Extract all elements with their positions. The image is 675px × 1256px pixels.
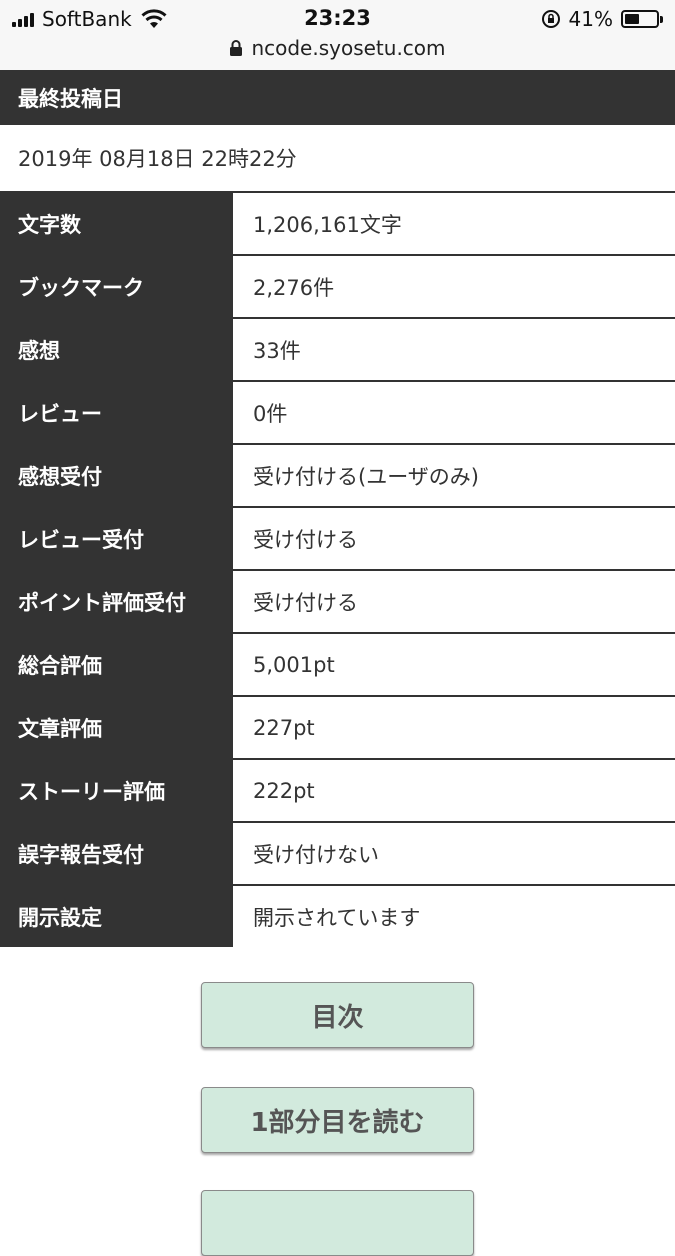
info-row-writing-rating: 文章評価 227pt [0,695,675,758]
last-post-date: 2019年 08月18日 22時22分 [0,125,675,191]
battery-percent: 41% [568,7,613,31]
info-row-disclosure-setting: 開示設定 開示されています [0,884,675,947]
info-label: ブックマーク [0,256,233,317]
info-label: 開示設定 [0,886,233,947]
info-value: 5,001pt [253,652,335,677]
info-value: 受け付ける [253,527,358,552]
right-status-group: 41% [541,6,663,32]
info-label: 感想受付 [0,445,233,506]
address-bar[interactable]: ncode.syosetu.com [0,36,675,60]
info-row-total-rating: 総合評価 5,001pt [0,632,675,695]
info-row-typo-report-acceptance: 誤字報告受付 受け付けない [0,821,675,884]
info-label: 文章評価 [0,697,233,758]
info-value: 227pt [253,715,315,740]
table-of-contents-button[interactable]: 目次 [201,982,474,1048]
lock-icon [230,40,243,56]
read-first-part-button[interactable]: 1部分目を読む [201,1087,474,1153]
info-label: 感想 [0,319,233,380]
info-value: 開示されています [253,905,421,930]
info-value: 1,206,161文字 [253,212,402,237]
info-value: 33件 [253,338,301,363]
info-row-char-count: 文字数 1,206,161文字 [0,191,675,254]
info-label: 文字数 [0,193,233,254]
info-row-review-acceptance: レビュー受付 受け付ける [0,506,675,569]
url-text: ncode.syosetu.com [251,36,446,60]
battery-icon [621,10,663,28]
info-row-point-rating-acceptance: ポイント評価受付 受け付ける [0,569,675,632]
info-label: レビュー受付 [0,508,233,569]
info-row-impressions: 感想 33件 [0,317,675,380]
info-label: レビュー [0,382,233,443]
info-label: ストーリー評価 [0,760,233,821]
info-value: 受け付ける [253,590,358,615]
info-row-bookmarks: ブックマーク 2,276件 [0,254,675,317]
info-value: 受け付けない [253,842,379,867]
novel-info-table: 文字数 1,206,161文字 ブックマーク 2,276件 感想 33件 レビュ… [0,191,675,947]
info-value: 222pt [253,778,315,803]
last-post-header: 最終投稿日 [0,70,675,125]
info-label: 誤字報告受付 [0,823,233,884]
info-value: 2,276件 [253,275,335,300]
info-value: 受け付ける(ユーザのみ) [253,464,479,489]
info-row-reviews: レビュー 0件 [0,380,675,443]
info-value: 0件 [253,401,288,426]
info-label: 総合評価 [0,634,233,695]
info-label: ポイント評価受付 [0,571,233,632]
info-row-story-rating: ストーリー評価 222pt [0,758,675,821]
status-bar: SoftBank 23:23 41% ncode.syosetu.com [0,0,675,70]
info-row-impression-acceptance: 感想受付 受け付ける(ユーザのみ) [0,443,675,506]
rotation-lock-icon [541,10,560,28]
